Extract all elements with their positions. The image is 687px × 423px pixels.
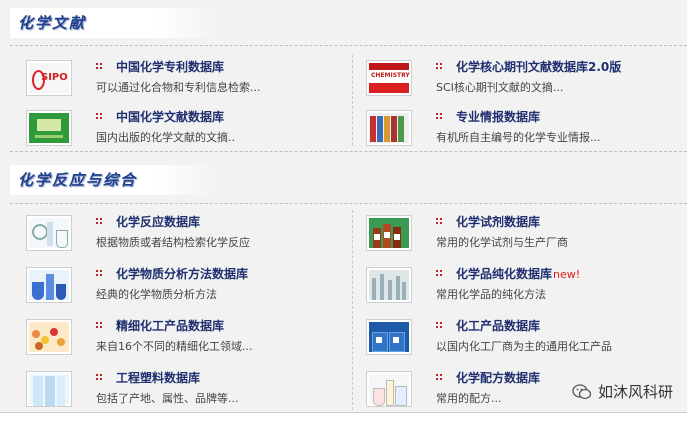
bullet-icon — [96, 63, 102, 69]
db-description: 常用的配方... — [436, 392, 502, 405]
db-title-link[interactable]: 化学物质分析方法数据库 — [116, 265, 248, 282]
reaction-thumbnail — [26, 215, 72, 251]
db-description: 有机所自主编号的化学专业情报... — [436, 131, 601, 144]
db-description: 来自16个不同的精细化工领域... — [96, 340, 253, 353]
bullet-icon — [96, 270, 102, 276]
purification-thumbnail — [366, 267, 412, 303]
section-divider — [10, 203, 687, 204]
bullet-icon — [436, 218, 442, 224]
db-title-link[interactable]: 化学品纯化数据库new! — [456, 265, 580, 282]
watermark-text: 如沐风科研 — [597, 383, 673, 401]
db-entry[interactable]: 化学反应数据库 根据物质或者结构检索化学反应 — [10, 213, 340, 259]
db-title-link[interactable]: 专业情报数据库 — [456, 108, 540, 125]
db-entry[interactable]: 精细化工产品数据库 来自16个不同的精细化工领域... — [10, 317, 340, 363]
section-title-reactions: 化学反应与综合 — [10, 165, 218, 195]
db-title-link[interactable]: 中国化学专利数据库 — [116, 58, 224, 75]
new-badge: new! — [553, 268, 581, 281]
journal-thumbnail: CHEMISTRY — [366, 60, 412, 96]
books-thumbnail — [366, 110, 412, 146]
fine-chemical-thumbnail — [26, 319, 72, 355]
db-title-link[interactable]: 化工产品数据库 — [456, 317, 540, 334]
db-description: 根据物质或者结构检索化学反应 — [96, 236, 250, 249]
watermark: 如沐风科研 — [572, 381, 673, 402]
bullet-icon — [96, 113, 102, 119]
analysis-thumbnail — [26, 267, 72, 303]
db-title-link[interactable]: 化学试剂数据库 — [456, 213, 540, 230]
bullet-icon — [96, 218, 102, 224]
db-title-link[interactable]: 工程塑料数据库 — [116, 369, 200, 386]
wechat-icon — [572, 383, 592, 401]
db-description: 常用的化学试剂与生产厂商 — [436, 236, 568, 249]
journal-cover-text: CHEMISTRY — [371, 72, 410, 79]
bullet-icon — [436, 113, 442, 119]
db-description: 可以通过化合物和专利信息检索... — [96, 81, 261, 94]
patent-thumbnail: SIPO — [26, 60, 72, 96]
reagent-thumbnail — [366, 215, 412, 251]
db-entry[interactable]: 化学品纯化数据库new! 常用化学品的纯化方法 — [350, 265, 680, 311]
bullet-icon — [436, 322, 442, 328]
db-description: 国内出版的化学文献的文摘.. — [96, 131, 235, 144]
db-entry[interactable]: 化工产品数据库 以国内化工厂商为主的通用化工产品 — [350, 317, 680, 363]
bullet-icon — [96, 374, 102, 380]
bullet-icon — [436, 270, 442, 276]
sipo-logo-text: SIPO — [41, 72, 68, 83]
db-entry[interactable]: 专业情报数据库 有机所自主编号的化学专业情报... — [350, 108, 680, 154]
db-title-link[interactable]: 化学核心期刊文献数据库2.0版 — [456, 58, 621, 75]
db-entry[interactable]: 工程塑料数据库 包括了产地、属性、品牌等... — [10, 369, 340, 415]
section-divider — [10, 151, 687, 152]
db-title-link[interactable]: 化学配方数据库 — [456, 369, 540, 386]
section-divider — [10, 45, 687, 46]
db-title-link[interactable]: 化学反应数据库 — [116, 213, 200, 230]
plastics-thumbnail — [26, 371, 72, 407]
db-description: 包括了产地、属性、品牌等... — [96, 392, 239, 405]
bullet-icon — [96, 322, 102, 328]
bullet-icon — [436, 63, 442, 69]
db-title-link[interactable]: 中国化学文献数据库 — [116, 108, 224, 125]
page-bottom-bar — [0, 412, 687, 423]
db-description: 以国内化工厂商为主的通用化工产品 — [436, 340, 612, 353]
db-title-text[interactable]: 化学品纯化数据库 — [456, 267, 552, 281]
db-entry[interactable]: 化学物质分析方法数据库 经典的化学物质分析方法 — [10, 265, 340, 311]
section-title-literature: 化学文献 — [10, 8, 218, 38]
db-entry[interactable]: 中国化学文献数据库 国内出版的化学文献的文摘.. — [10, 108, 340, 154]
literature-thumbnail — [26, 110, 72, 146]
db-description: 经典的化学物质分析方法 — [96, 288, 217, 301]
chemical-product-thumbnail — [366, 319, 412, 355]
formula-thumbnail — [366, 371, 412, 407]
db-description: SCI核心期刊文献的文摘... — [436, 81, 564, 94]
db-entry[interactable]: CHEMISTRY 化学核心期刊文献数据库2.0版 SCI核心期刊文献的文摘..… — [350, 58, 680, 104]
db-description: 常用化学品的纯化方法 — [436, 288, 546, 301]
db-entry[interactable]: SIPO 中国化学专利数据库 可以通过化合物和专利信息检索... — [10, 58, 340, 104]
bullet-icon — [436, 374, 442, 380]
db-entry[interactable]: 化学试剂数据库 常用的化学试剂与生产厂商 — [350, 213, 680, 259]
db-title-link[interactable]: 精细化工产品数据库 — [116, 317, 224, 334]
